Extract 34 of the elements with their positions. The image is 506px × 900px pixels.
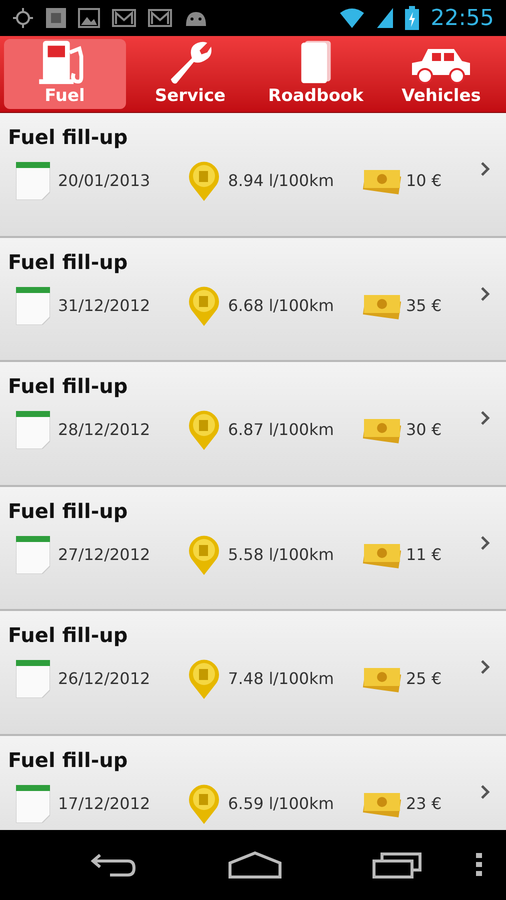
- cost-text: 11 €: [406, 544, 443, 566]
- fill-up-row[interactable]: Fuel fill-up 20/01/2013 8.94 l/100km 10 €: [0, 113, 506, 238]
- cost-text: 30 €: [406, 419, 443, 441]
- consumption-text: 5.58 l/100km: [228, 544, 335, 566]
- consumption-text: 6.87 l/100km: [228, 419, 335, 441]
- cost-text: 25 €: [406, 668, 443, 690]
- tab[interactable]: Vehicles: [380, 39, 502, 109]
- entry-title: Fuel fill-up: [8, 125, 129, 149]
- date-text: 31/12/2012: [58, 294, 152, 316]
- consumption-text: 7.48 l/100km: [228, 668, 335, 690]
- entry-title: Fuel fill-up: [8, 623, 129, 647]
- entry-title: Fuel fill-up: [8, 748, 129, 772]
- clock-time: 22:55: [430, 4, 494, 32]
- date-text: 17/12/2012: [58, 792, 152, 814]
- entry-title: Fuel fill-up: [8, 498, 129, 522]
- entry-title: Fuel fill-up: [8, 250, 129, 274]
- fill-up-row[interactable]: Fuel fill-up 26/12/2012 7.48 l/100km 25 €: [0, 611, 506, 736]
- consumption-text: 6.68 l/100km: [228, 294, 335, 316]
- date-text: 27/12/2012: [58, 544, 152, 566]
- fill-up-row[interactable]: Fuel fill-up 27/12/2012 5.58 l/100km 11 €: [0, 486, 506, 611]
- cost-text: 10 €: [406, 170, 443, 192]
- consumption-text: 6.59 l/100km: [228, 792, 335, 814]
- date-text: 26/12/2012: [58, 668, 152, 690]
- date-text: 20/01/2013: [58, 170, 152, 192]
- date-text: 28/12/2012: [58, 419, 152, 441]
- entry-title: Fuel fill-up: [8, 374, 129, 398]
- cost-text: 35 €: [406, 294, 443, 316]
- fill-up-row[interactable]: Fuel fill-up 17/12/2012 6.59 l/100km 23 €: [0, 736, 506, 830]
- tab[interactable]: Roadbook: [255, 39, 376, 109]
- consumption-text: 8.94 l/100km: [228, 170, 335, 192]
- fill-up-row[interactable]: Fuel fill-up 28/12/2012 6.87 l/100km 30 €: [0, 362, 506, 486]
- tab[interactable]: Service: [130, 39, 251, 109]
- cost-text: 23 €: [406, 792, 443, 814]
- fill-up-row[interactable]: Fuel fill-up 31/12/2012 6.68 l/100km 35 €: [0, 238, 506, 362]
